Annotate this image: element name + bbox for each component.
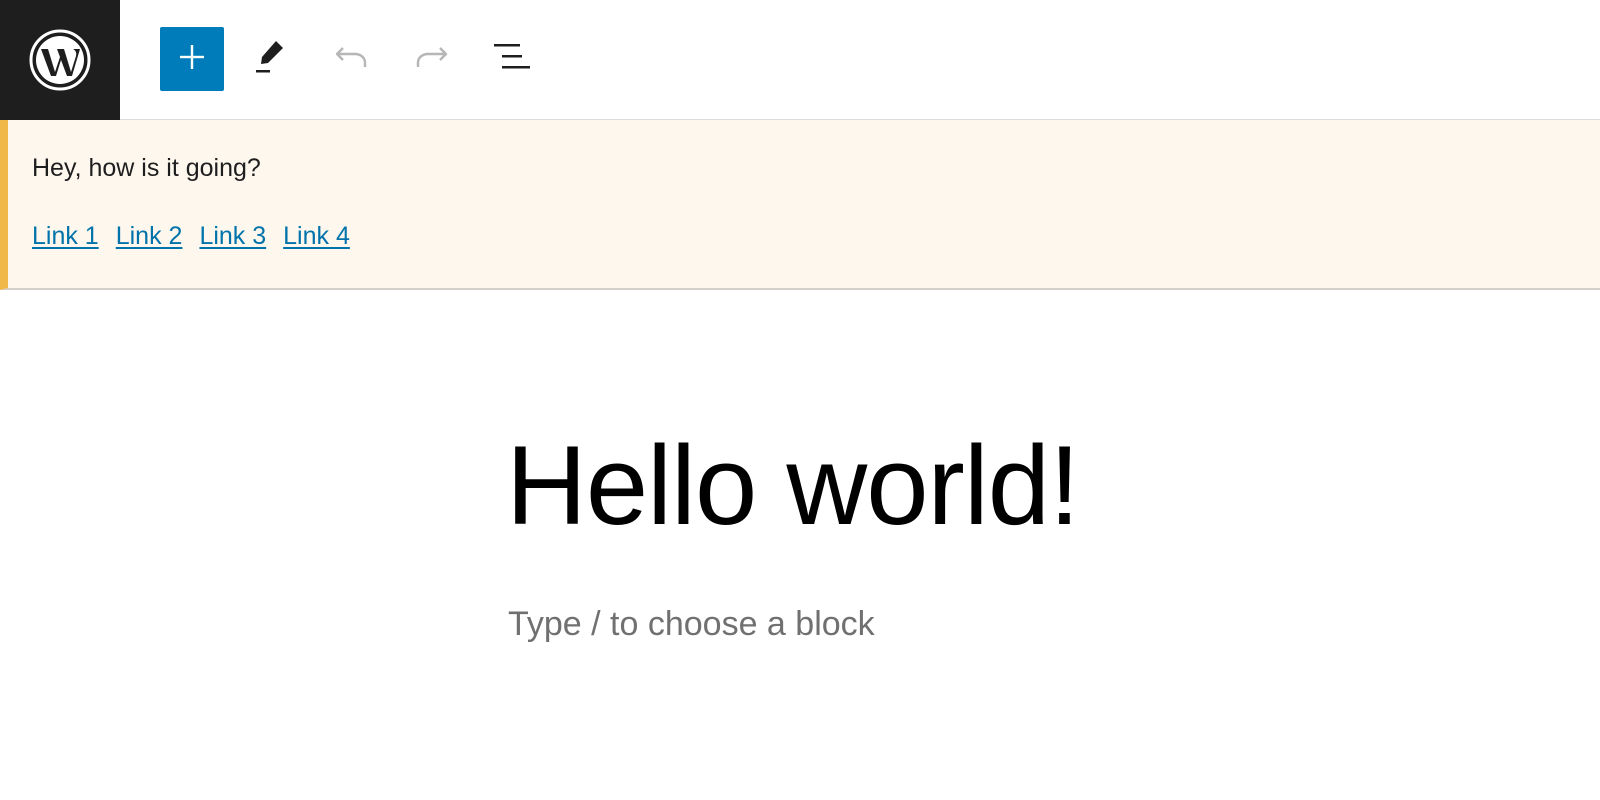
editor-app: Hey, how is it going? Link 1 Link 2 Link… <box>0 0 1600 800</box>
block-appender-placeholder[interactable]: Type / to choose a block <box>508 607 875 641</box>
post-title[interactable]: Hello world! <box>506 430 1080 542</box>
notice-links: Link 1 Link 2 Link 3 Link 4 <box>32 224 367 249</box>
plus-icon <box>178 43 206 76</box>
undo-button[interactable] <box>319 27 383 91</box>
list-view-icon <box>492 42 532 77</box>
editor-header-toolbar <box>0 0 1600 120</box>
notice-link-2[interactable]: Link 2 <box>116 224 183 249</box>
document-overview-button[interactable] <box>480 27 544 91</box>
notice-link-4[interactable]: Link 4 <box>283 224 350 249</box>
notice-message: Hey, how is it going? <box>32 154 261 182</box>
tools-edit-button[interactable] <box>238 27 302 91</box>
notice-link-3[interactable]: Link 3 <box>199 224 266 249</box>
undo-icon <box>333 43 369 76</box>
redo-icon <box>414 43 450 76</box>
editor-canvas: Hello world! Type / to choose a block <box>0 290 1600 800</box>
wordpress-logo-icon <box>29 29 91 91</box>
add-block-button[interactable] <box>160 27 224 91</box>
notice-banner: Hey, how is it going? Link 1 Link 2 Link… <box>0 120 1600 290</box>
notice-link-1[interactable]: Link 1 <box>32 224 99 249</box>
wordpress-logo-button[interactable] <box>0 0 120 120</box>
redo-button[interactable] <box>400 27 464 91</box>
pencil-icon <box>252 37 288 82</box>
